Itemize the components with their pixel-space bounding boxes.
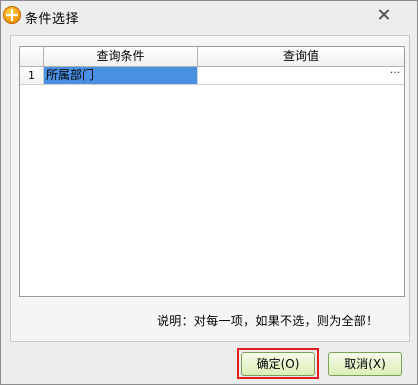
query-grid: 查询条件 查询值 1 所属部门 ··· [19, 46, 405, 297]
row-number-header [20, 47, 44, 66]
value-cell[interactable]: ··· [198, 67, 404, 84]
column-header-value[interactable]: 查询值 [198, 47, 404, 66]
grid-header: 查询条件 查询值 [20, 47, 404, 67]
row-number: 1 [20, 67, 44, 84]
dialog-title: 条件选择 [25, 12, 80, 27]
condition-select-dialog: 条件选择 查询条件 查询值 1 所属部门 ··· 说明：对每一项，如果不选，则为… [0, 0, 418, 385]
column-header-condition[interactable]: 查询条件 [44, 47, 198, 66]
content-panel: 查询条件 查询值 1 所属部门 ··· 说明：对每一项，如果不选，则为全部！ [10, 35, 410, 342]
condition-cell[interactable]: 所属部门 [44, 67, 198, 84]
table-row[interactable]: 1 所属部门 ··· [20, 67, 404, 85]
ok-button[interactable]: 确定(O) [241, 352, 315, 376]
close-icon[interactable] [375, 6, 393, 24]
app-logo-icon [3, 6, 21, 24]
ellipsis-button[interactable]: ··· [387, 67, 403, 82]
title-bar: 条件选择 [1, 1, 417, 31]
instruction-note: 说明：对每一项，如果不选，则为全部！ [157, 314, 379, 328]
cancel-button[interactable]: 取消(X) [328, 352, 402, 376]
